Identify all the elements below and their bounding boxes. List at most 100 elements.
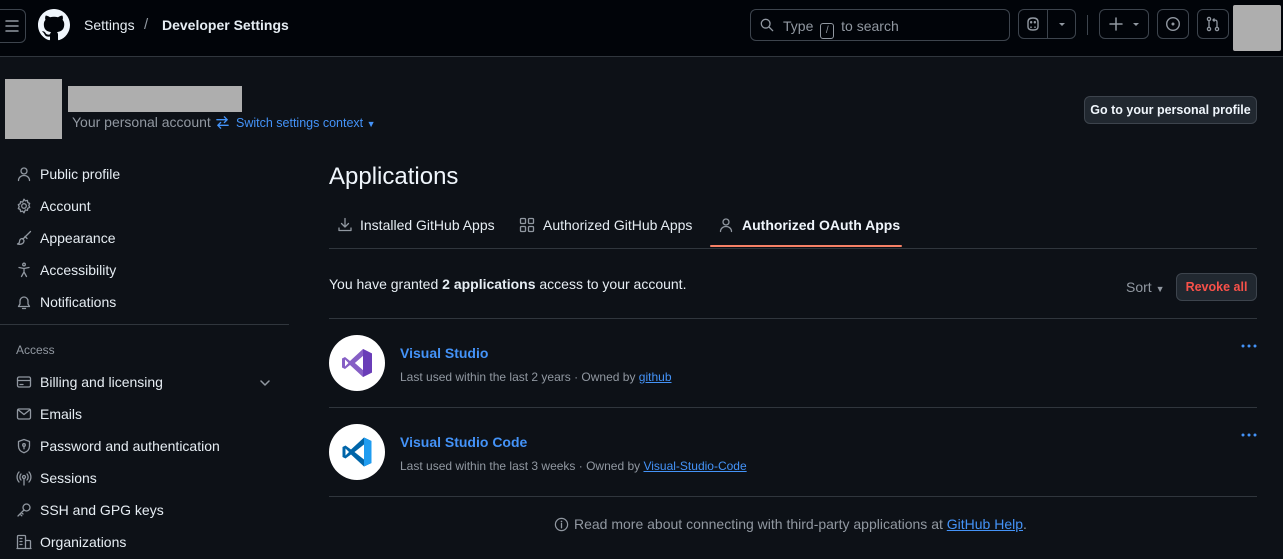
pull-requests-button[interactable] xyxy=(1197,9,1229,39)
app-name-link[interactable]: Visual Studio Code xyxy=(400,434,527,450)
list-divider xyxy=(329,318,1257,319)
switch-settings-context-link[interactable]: Switch settings context ▼ xyxy=(236,116,376,130)
chevron-down-icon xyxy=(1059,23,1065,26)
apps-icon xyxy=(519,217,535,233)
tab-label: Authorized OAuth Apps xyxy=(742,217,901,233)
switch-settings-context-label: Switch settings context xyxy=(236,116,364,130)
breadcrumb-developer-settings[interactable]: Developer Settings xyxy=(162,17,289,33)
app-meta: Last used within the last 3 weeks · Owne… xyxy=(400,459,747,473)
sidebar-item-password[interactable]: Password and authentication xyxy=(0,432,289,460)
key-icon xyxy=(16,502,32,518)
arrow-switch-icon xyxy=(216,116,229,129)
broadcast-icon xyxy=(16,470,32,486)
tab-authorized-oauth-apps[interactable]: Authorized OAuth Apps xyxy=(710,210,902,248)
create-new-button[interactable] xyxy=(1099,9,1149,39)
sort-label: Sort xyxy=(1126,279,1152,295)
sidebar-item-account[interactable]: Account xyxy=(0,192,289,220)
search-icon xyxy=(760,18,774,32)
vscode-icon xyxy=(342,437,372,467)
info-icon xyxy=(554,517,569,532)
kebab-horizontal-icon[interactable] xyxy=(1238,338,1260,354)
app-owner-link[interactable]: github xyxy=(639,370,672,384)
search-placeholder-suffix: to search xyxy=(841,18,899,34)
selected-tab-indicator xyxy=(710,245,902,247)
app-meta: Last used within the last 2 years · Owne… xyxy=(400,370,672,384)
search-placeholder: Type / to search xyxy=(783,18,899,39)
visual-studio-icon xyxy=(342,349,372,377)
sidebar-item-public-profile[interactable]: Public profile xyxy=(0,160,289,188)
list-divider xyxy=(329,496,1257,497)
sort-dropdown[interactable]: Sort ▼ xyxy=(1126,279,1165,295)
grant-summary-prefix: You have granted xyxy=(329,276,439,292)
breadcrumb-settings[interactable]: Settings xyxy=(84,17,135,33)
account-avatar xyxy=(5,79,62,139)
mail-icon xyxy=(16,406,32,422)
sidebar-item-accessibility[interactable]: Accessibility xyxy=(0,256,289,284)
top-bar: Settings / Developer Settings Type / to … xyxy=(0,0,1283,57)
credit-card-icon xyxy=(16,374,32,390)
app-owner-link[interactable]: Visual-Studio-Code xyxy=(643,459,746,473)
sidebar-item-label: Account xyxy=(40,198,91,214)
issue-opened-icon xyxy=(1165,16,1181,32)
help-footnote: Read more about connecting with third-pa… xyxy=(554,516,1027,532)
grant-summary: You have granted 2 applications access t… xyxy=(329,276,686,292)
footnote-text: Read more about connecting with third-pa… xyxy=(574,516,943,532)
tab-label: Authorized GitHub Apps xyxy=(543,217,693,233)
kebab-horizontal-icon[interactable] xyxy=(1238,427,1260,443)
copilot-button[interactable] xyxy=(1018,9,1076,39)
copilot-divider xyxy=(1047,10,1048,38)
sidebar-divider xyxy=(0,324,289,325)
app-meta-text: Last used within the last 3 weeks · Owne… xyxy=(400,459,641,473)
person-icon xyxy=(719,218,733,233)
sidebar-item-emails[interactable]: Emails xyxy=(0,400,289,428)
sidebar-item-label: Emails xyxy=(40,406,83,422)
revoke-all-button[interactable]: Revoke all xyxy=(1176,273,1257,301)
search-shortcut-key: / xyxy=(820,23,835,39)
tab-installed-github-apps[interactable]: Installed GitHub Apps xyxy=(329,210,504,248)
app-meta-text: Last used within the last 2 years · Owne… xyxy=(400,370,636,384)
sidebar-item-label: Billing and licensing xyxy=(40,374,163,390)
git-pull-request-icon xyxy=(1206,16,1220,32)
organization-icon xyxy=(16,534,32,550)
page-title: Applications xyxy=(329,163,459,190)
header-divider xyxy=(1087,15,1088,35)
sidebar-item-ssh-gpg[interactable]: SSH and GPG keys xyxy=(0,496,289,524)
account-subtitle: Your personal account xyxy=(72,114,211,130)
sidebar-item-sessions[interactable]: Sessions xyxy=(0,464,289,492)
user-avatar[interactable] xyxy=(1233,5,1281,51)
chevron-down-icon[interactable] xyxy=(258,376,272,390)
sidebar-item-organizations[interactable]: Organizations xyxy=(0,528,289,556)
bell-icon xyxy=(16,294,32,310)
sidebar-item-label: Accessibility xyxy=(40,262,117,278)
search-placeholder-prefix: Type xyxy=(783,18,814,34)
menu-button[interactable] xyxy=(0,9,26,43)
sidebar-item-billing[interactable]: Billing and licensing xyxy=(0,368,289,396)
caret-down-icon: ▼ xyxy=(1155,284,1165,294)
github-logo[interactable] xyxy=(38,9,70,41)
sidebar-item-appearance[interactable]: Appearance xyxy=(0,224,289,252)
search-input[interactable]: Type / to search xyxy=(750,9,1010,41)
paintbrush-icon xyxy=(16,230,32,246)
sidebar-item-label: Sessions xyxy=(40,470,97,486)
plus-icon xyxy=(1109,17,1123,31)
sidebar-item-label: Password and authentication xyxy=(40,438,220,454)
sidebar-item-label: SSH and GPG keys xyxy=(40,502,164,518)
tab-label: Installed GitHub Apps xyxy=(360,217,495,233)
caret-down-icon: ▼ xyxy=(366,119,376,129)
footnote-end: . xyxy=(1023,516,1027,532)
issues-button[interactable] xyxy=(1157,9,1189,39)
account-name-redacted xyxy=(68,86,242,112)
app-name-link[interactable]: Visual Studio xyxy=(400,345,488,361)
grant-summary-suffix: access to your account. xyxy=(539,276,687,292)
download-icon xyxy=(338,217,352,232)
tab-authorized-github-apps[interactable]: Authorized GitHub Apps xyxy=(512,210,704,248)
sidebar-item-label: Public profile xyxy=(40,166,121,182)
github-mark-icon xyxy=(38,9,70,41)
shield-lock-icon xyxy=(16,438,32,454)
github-help-link[interactable]: GitHub Help xyxy=(947,516,1023,532)
hamburger-icon xyxy=(5,20,19,32)
visual-studio-logo xyxy=(329,335,385,391)
go-to-profile-button[interactable]: Go to your personal profile xyxy=(1084,96,1257,124)
sidebar-item-label: Appearance xyxy=(40,230,116,246)
sidebar-item-notifications[interactable]: Notifications xyxy=(0,288,289,316)
